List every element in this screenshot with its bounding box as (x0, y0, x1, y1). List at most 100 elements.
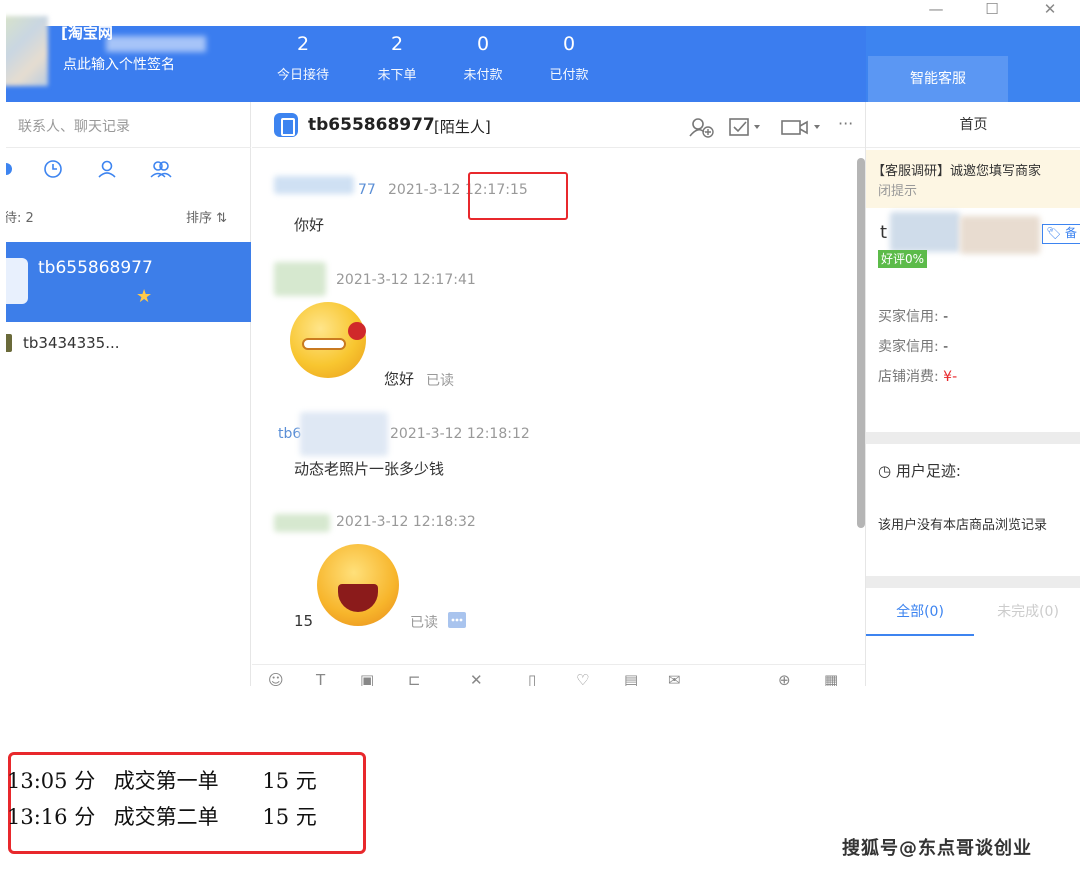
contact-item[interactable]: tb3434335... (6, 330, 251, 360)
sort-button[interactable]: 排序 ⇅ (186, 207, 227, 226)
user-icon[interactable] (96, 158, 118, 180)
search-input[interactable]: 联系人、聊天记录 (18, 116, 130, 136)
clock-icon[interactable] (42, 158, 64, 180)
chat-filter-icon[interactable] (6, 158, 20, 180)
stat-label: 未付款 (463, 68, 503, 83)
contact-item-active[interactable]: tb655868977 ★ (6, 242, 251, 322)
title-bar: — ☐ ✕ (6, 0, 1080, 26)
chat-window: — ☐ ✕ [淘宝网 点此输入个性签名 2 今日接待 2 未下单 0 未付款 0… (6, 0, 1080, 686)
value: - (943, 309, 949, 325)
message-text: 动态老照片一张多少钱 (294, 460, 445, 478)
contact-sort-bar: 待: 2 排序 ⇅ (6, 202, 251, 230)
orders-annotation-box: 13:05 分 成交第一单 15 元 13:16 分 成交第二单 15 元 (7, 752, 366, 854)
signature-field[interactable]: 点此输入个性签名 (63, 54, 175, 74)
chat-panel: tb655868977 [陌生人] ··· 77 2021-3-12 12:17… (252, 102, 865, 686)
contact-search[interactable]: 联系人、聊天记录 (6, 102, 251, 148)
tab-unfinished-orders[interactable]: 未完成(0) (974, 592, 1080, 636)
message-sender: 77 (358, 182, 376, 198)
mail-icon[interactable]: ✉ (668, 671, 681, 686)
order-time: 13:16 分 (7, 805, 96, 829)
good-rate-badge: 好评0% (878, 250, 928, 268)
survey-notice[interactable]: 【客服调研】诚邀您填写商家 闭提示 (866, 150, 1080, 208)
stat-paid[interactable]: 0 已付款 (534, 32, 604, 83)
contact-count: 待: 2 (6, 211, 34, 226)
contact-panel: 联系人、聊天记录 待: 2 排序 ⇅ tb655868977 ★ tb34343… (6, 102, 251, 686)
order-amount: 15 元 (262, 769, 317, 793)
task-icon[interactable] (728, 116, 762, 138)
value: ¥- (943, 369, 958, 385)
message-list: 77 2021-3-12 12:17:15 你好 2021-3-12 12:17… (252, 148, 865, 664)
header-bar: [淘宝网 点此输入个性签名 2 今日接待 2 未下单 0 未付款 0 已付款 智… (6, 16, 1080, 102)
message-text: 你好 (294, 216, 325, 234)
video-call-icon[interactable] (780, 116, 826, 138)
message-text: 15 (294, 612, 314, 630)
chat-user-name[interactable]: tb655868977 (308, 115, 435, 135)
label: 卖家信用: (878, 339, 939, 355)
scissors-icon[interactable]: ✕ (470, 671, 483, 686)
more-icon[interactable]: ··· (838, 114, 853, 133)
avatar (274, 262, 326, 296)
tab-smart-service[interactable]: 智能客服 (868, 56, 1008, 102)
remark-tag-button[interactable]: 🏷 备 (1042, 224, 1080, 244)
mobile-device-icon (274, 113, 298, 137)
order-desc: 成交第一单 (113, 769, 219, 793)
stat-label: 已付款 (549, 68, 589, 83)
sender-name-blur (274, 176, 354, 194)
stranger-tag: [陌生人] (434, 118, 491, 136)
stat-value: 0 (562, 33, 576, 55)
stat-not-ordered[interactable]: 2 未下单 (362, 32, 432, 83)
read-status: 已读 (410, 615, 438, 631)
add-contact-icon[interactable] (688, 116, 714, 138)
message-time: 2021-3-12 12:18:12 (390, 426, 530, 442)
phone-icon[interactable]: ▯ (528, 671, 536, 686)
rose-icon (348, 322, 366, 340)
stat-label: 今日接待 (276, 68, 329, 83)
seller-credit: 卖家信用: - (878, 336, 948, 356)
time-highlight-box (468, 172, 568, 220)
minimize-button[interactable]: — (916, 0, 956, 26)
star-icon: ★ (136, 286, 153, 307)
notice-text: 【客服调研】诚邀您填写商家 (872, 164, 1042, 179)
avatar (274, 514, 330, 532)
message-menu-icon[interactable] (448, 612, 466, 628)
send-icon[interactable]: ⊕ (778, 671, 791, 686)
read-status: 已读 (426, 373, 454, 389)
group-icon[interactable] (150, 158, 172, 180)
sender-name-blur (300, 412, 388, 456)
font-icon[interactable]: T (316, 671, 325, 686)
mobile-device-icon (6, 258, 28, 304)
divider (866, 432, 1080, 444)
message-time: 2021-3-12 12:18:32 (336, 514, 476, 530)
emoji-icon[interactable]: ☺ (268, 671, 284, 686)
chat-scrollbar[interactable] (857, 154, 865, 664)
contact-name: tb3434335... (23, 334, 120, 352)
contact-name: tb655868977 (38, 258, 153, 278)
order-amount: 15 元 (262, 805, 317, 829)
shop-name-blur (106, 36, 206, 52)
image-icon[interactable]: ▣ (360, 671, 374, 686)
tab-home[interactable]: 首页 (866, 102, 1080, 148)
scrollbar-thumb[interactable] (857, 158, 865, 528)
tab-all-orders[interactable]: 全部(0) (866, 592, 974, 636)
stat-unpaid[interactable]: 0 未付款 (448, 32, 518, 83)
calculator-icon[interactable]: ▤ (624, 671, 638, 686)
folder-icon[interactable]: ⊏ (408, 671, 421, 686)
message-sender: tb6 (278, 426, 302, 442)
order-desc: 成交第二单 (113, 805, 219, 829)
maximize-button[interactable]: ☐ (972, 0, 1012, 26)
buyer-credit: 买家信用: - (878, 306, 948, 326)
stat-value: 2 (296, 33, 310, 55)
notice-close-tip[interactable]: 闭提示 (878, 180, 917, 199)
emoji-mouth (302, 338, 346, 350)
footprint-label: 用户足迹: (895, 462, 961, 480)
input-toolbar: ☺ T ▣ ⊏ ✕ ▯ ♡ ▤ ✉ ⊕ ▦ (252, 664, 865, 686)
stat-today-reception[interactable]: 2 今日接待 (268, 32, 338, 83)
stat-value: 2 (390, 33, 404, 55)
heart-icon[interactable]: ♡ (576, 671, 589, 686)
avatar (6, 334, 12, 352)
shop-avatar[interactable] (6, 16, 48, 86)
history-icon[interactable]: ▦ (824, 671, 838, 686)
message-text: 您好 (384, 370, 415, 388)
close-button[interactable]: ✕ (1030, 0, 1070, 26)
divider (866, 576, 1080, 588)
